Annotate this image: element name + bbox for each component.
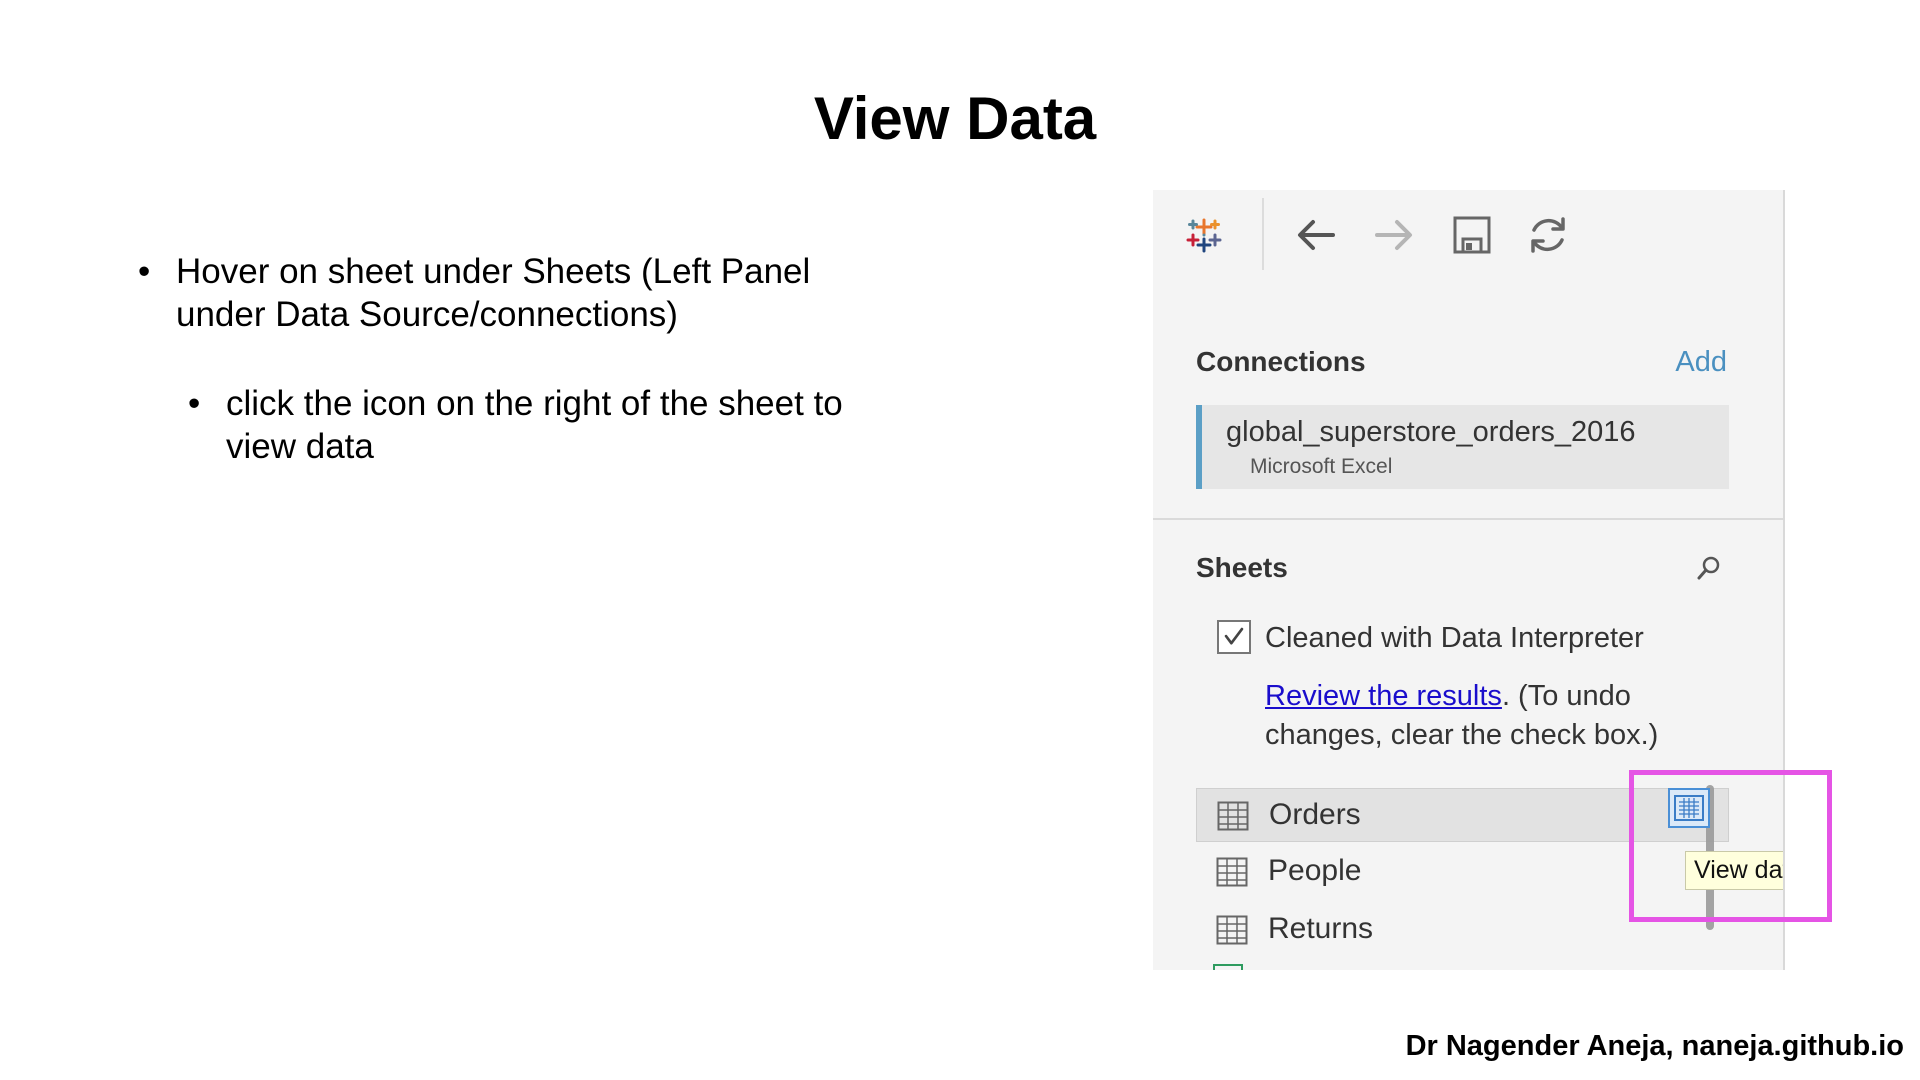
- forward-arrow-icon[interactable]: [1371, 212, 1417, 258]
- back-arrow-icon[interactable]: [1293, 212, 1339, 258]
- section-divider: [1153, 518, 1783, 520]
- sheet-label: People: [1268, 854, 1362, 887]
- bullet-dot: •: [138, 252, 151, 291]
- table-icon: [1216, 857, 1248, 887]
- data-interpreter-checkbox[interactable]: [1217, 620, 1251, 654]
- connections-title: Connections: [1196, 346, 1366, 377]
- sheet-label: Orders: [1269, 798, 1361, 831]
- checkmark-icon: [1224, 627, 1244, 645]
- sheet-label: Returns: [1268, 912, 1374, 945]
- review-results-link[interactable]: Review the results: [1265, 680, 1502, 712]
- connection-name: global_superstore_orders_2016: [1226, 416, 1636, 448]
- bullet-list: • Hover on sheet under Sheets (Left Pane…: [138, 250, 858, 468]
- bullet-dot: •: [188, 384, 201, 423]
- toolbar: [1153, 190, 1783, 280]
- bullet-text: click the icon on the right of the sheet…: [226, 384, 843, 466]
- save-icon[interactable]: [1449, 212, 1495, 258]
- search-icon[interactable]: [1694, 553, 1724, 583]
- add-connection-link[interactable]: Add: [1675, 346, 1727, 379]
- highlight-box: [1629, 770, 1832, 922]
- slide-title: View Data: [813, 85, 1097, 152]
- table-icon: [1216, 915, 1248, 945]
- refresh-icon[interactable]: [1525, 212, 1571, 258]
- table-icon: [1217, 801, 1249, 831]
- connection-item[interactable]: global_superstore_orders_2016 Microsoft …: [1196, 405, 1729, 489]
- bullet-text: Hover on sheet under Sheets (Left Panel …: [176, 252, 811, 334]
- sheets-title: Sheets: [1196, 552, 1288, 583]
- bullet-item: • Hover on sheet under Sheets (Left Pane…: [138, 250, 858, 336]
- sub-bullet-item: • click the icon on the right of the she…: [188, 382, 858, 468]
- review-results-text: Review the results. (To undo changes, cl…: [1265, 677, 1705, 755]
- author-footer: Dr Nagender Aneja, naneja.github.io: [1405, 1030, 1904, 1062]
- toolbar-divider: [1262, 198, 1264, 270]
- slide: View Data • Hover on sheet under Sheets …: [0, 0, 1920, 1080]
- tableau-logo-icon[interactable]: [1181, 212, 1227, 258]
- data-interpreter-label: Cleaned with Data Interpreter: [1265, 622, 1644, 654]
- connection-type: Microsoft Excel: [1250, 455, 1393, 478]
- sheet-item-partial: [1213, 964, 1243, 970]
